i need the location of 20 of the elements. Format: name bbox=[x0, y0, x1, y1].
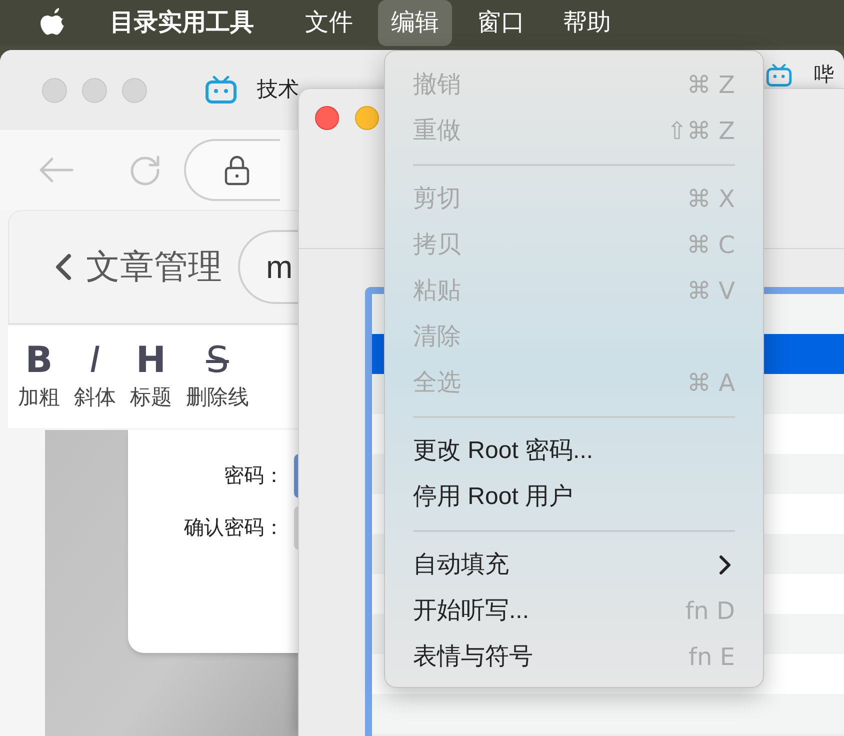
format-button[interactable]: S 删除线 bbox=[186, 340, 249, 414]
app-name[interactable]: 目录实用工具 bbox=[108, 0, 256, 46]
format-button[interactable]: I 斜体 bbox=[74, 340, 116, 414]
search-field[interactable]: m bbox=[238, 230, 298, 304]
menu-item[interactable]: 停用 Root 用户 bbox=[413, 474, 735, 520]
field-label: 密码： bbox=[223, 464, 284, 489]
tab-title[interactable]: 哔 bbox=[814, 60, 834, 90]
tab-title[interactable]: 技术 bbox=[257, 74, 299, 106]
menu-bar-item[interactable]: 文件 bbox=[292, 0, 366, 46]
menu-item[interactable]: 表情与符号 fn E bbox=[413, 634, 735, 680]
menu-bar-item[interactable]: 编辑 bbox=[378, 0, 452, 46]
page-title[interactable]: 文章管理 bbox=[86, 242, 222, 292]
menu-item[interactable]: 更改 Root 密码... bbox=[413, 428, 735, 474]
menu-item[interactable]: 自动填充 bbox=[413, 542, 735, 588]
format-button[interactable]: B 加粗 bbox=[18, 340, 60, 414]
menu-item[interactable]: 开始听写... fn D bbox=[413, 588, 735, 634]
menu-bar-item[interactable]: 帮助 bbox=[550, 0, 624, 46]
field-label: 确认密码： bbox=[183, 516, 284, 541]
format-button[interactable]: H 标题 bbox=[130, 340, 172, 414]
menu-bar-item[interactable]: 窗口 bbox=[464, 0, 538, 46]
